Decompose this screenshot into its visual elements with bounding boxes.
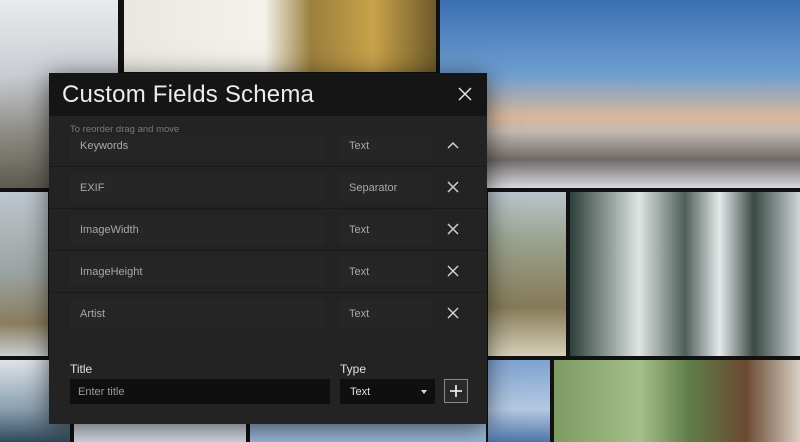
photo-tile[interactable] — [488, 360, 550, 442]
close-dialog-button[interactable] — [457, 86, 473, 102]
photo-tile[interactable] — [250, 424, 486, 442]
field-row[interactable]: Artist Text — [49, 293, 487, 333]
type-select-value: Text — [350, 386, 371, 398]
photo-tile[interactable] — [570, 192, 800, 356]
photo-tile[interactable] — [0, 192, 48, 356]
remove-field-button[interactable] — [446, 306, 460, 320]
fields-list: Keywords Text EXIF Separator ImageWidth … — [49, 135, 487, 333]
remove-field-button[interactable] — [446, 180, 460, 194]
title-input[interactable] — [70, 379, 330, 404]
collapse-button[interactable] — [446, 138, 460, 152]
field-name[interactable]: Keywords — [70, 135, 325, 160]
title-label: Title — [70, 362, 93, 376]
remove-field-button[interactable] — [446, 264, 460, 278]
add-field-button[interactable] — [444, 379, 468, 403]
photo-tile[interactable] — [488, 192, 566, 356]
field-type[interactable]: Text — [339, 299, 433, 328]
close-icon — [447, 265, 459, 277]
caret-down-icon — [421, 390, 427, 394]
dialog-title: Custom Fields Schema — [62, 81, 315, 108]
dialog-header: Custom Fields Schema — [49, 73, 487, 116]
photo-tile[interactable] — [440, 0, 800, 188]
photo-tile[interactable] — [124, 0, 436, 72]
field-type[interactable]: Text — [339, 257, 433, 286]
close-icon — [447, 307, 459, 319]
field-name[interactable]: ImageWidth — [70, 215, 325, 244]
new-field-form: Title Type Text — [49, 354, 487, 424]
type-select[interactable]: Text — [340, 379, 435, 404]
close-icon — [447, 181, 459, 193]
field-row[interactable]: ImageHeight Text — [49, 251, 487, 293]
reorder-hint: To reorder drag and move — [70, 124, 180, 135]
close-icon — [447, 223, 459, 235]
field-type[interactable]: Text — [339, 135, 433, 160]
field-row[interactable]: ImageWidth Text — [49, 209, 487, 251]
photo-tile[interactable] — [554, 360, 800, 442]
field-name[interactable]: Artist — [70, 299, 325, 328]
field-row[interactable]: Keywords Text — [49, 135, 487, 167]
field-type[interactable]: Separator — [339, 173, 433, 202]
field-name[interactable]: EXIF — [70, 173, 325, 202]
close-icon — [458, 87, 472, 101]
chevron-up-icon — [447, 141, 459, 149]
custom-fields-dialog: Custom Fields Schema To reorder drag and… — [49, 73, 487, 424]
photo-tile[interactable] — [74, 424, 246, 442]
field-name[interactable]: ImageHeight — [70, 257, 325, 286]
field-type[interactable]: Text — [339, 215, 433, 244]
plus-icon — [450, 385, 462, 397]
remove-field-button[interactable] — [446, 222, 460, 236]
field-row[interactable]: EXIF Separator — [49, 167, 487, 209]
type-label: Type — [340, 362, 367, 376]
